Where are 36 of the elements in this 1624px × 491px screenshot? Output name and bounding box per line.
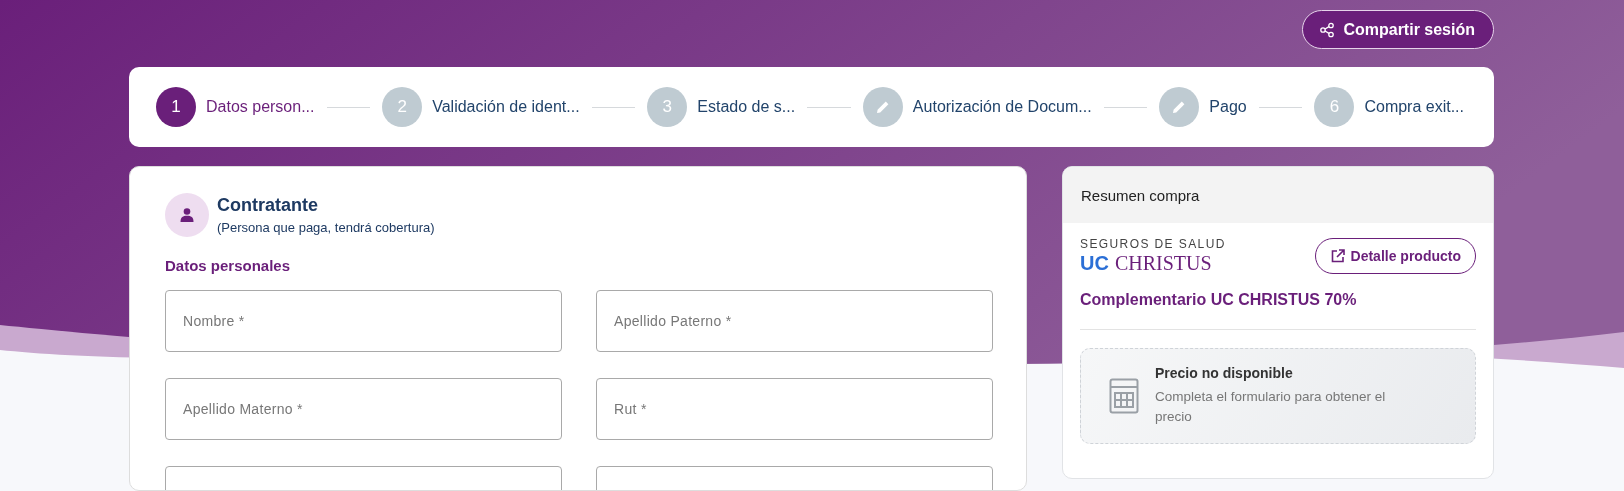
form-title: Contratante — [217, 195, 319, 216]
step-tab[interactable]: Autorización de Docum... — [862, 87, 1092, 127]
step-label: Validación de ident... — [432, 98, 580, 116]
input-field[interactable]: Apellido Paterno * — [596, 290, 993, 352]
step-label: Compra exit... — [1364, 98, 1464, 116]
step-number: 6 — [1314, 87, 1355, 127]
section-heading: Datos personales — [165, 257, 292, 274]
step-label: Autorización de Docum... — [912, 98, 1092, 116]
step-number: 2 — [382, 87, 423, 127]
step-tab[interactable]: 1 Datos person... — [156, 87, 315, 127]
product-detail-button[interactable]: Detalle producto — [1314, 238, 1476, 274]
step-number: 3 — [647, 87, 688, 127]
external-link-icon — [1329, 248, 1346, 264]
step-tab[interactable]: 2 Validación de ident... — [382, 87, 580, 127]
logo-wordmark: CHRISTUS — [1114, 252, 1212, 275]
input-field[interactable]: Rut * — [596, 378, 993, 440]
input-field[interactable]: Nombre * — [165, 290, 562, 352]
share-icon — [1319, 21, 1336, 38]
input-field[interactable]: Apellido Materno * — [165, 378, 562, 440]
product-name: Complementario UC CHRISTUS 70% — [1080, 291, 1358, 309]
calculator-icon — [1109, 378, 1139, 414]
step-tab[interactable]: 6 Compra exit... — [1314, 87, 1464, 127]
price-description: Completa el formulario para obtener el precio — [1155, 387, 1387, 426]
step-tab[interactable]: Pago — [1159, 87, 1247, 127]
person-icon — [179, 207, 195, 223]
step-label: Datos person... — [206, 98, 315, 116]
step-label: Pago — [1209, 98, 1247, 116]
form-subtitle: (Persona que paga, tendrá cobertura) — [217, 220, 435, 235]
step-tab[interactable]: 3 Estado de s... — [647, 87, 796, 127]
logo-mark: UC — [1080, 252, 1109, 275]
logo-tagline: SEGUROS DE SALUD — [1080, 237, 1226, 251]
step-label: Estado de s... — [697, 98, 796, 116]
price-title: Precio no disponible — [1155, 364, 1294, 381]
share-session-button[interactable]: Compartir sesión — [1302, 10, 1494, 49]
step-number: 1 — [156, 87, 196, 127]
summary-title: Resumen compra — [1063, 167, 1493, 223]
